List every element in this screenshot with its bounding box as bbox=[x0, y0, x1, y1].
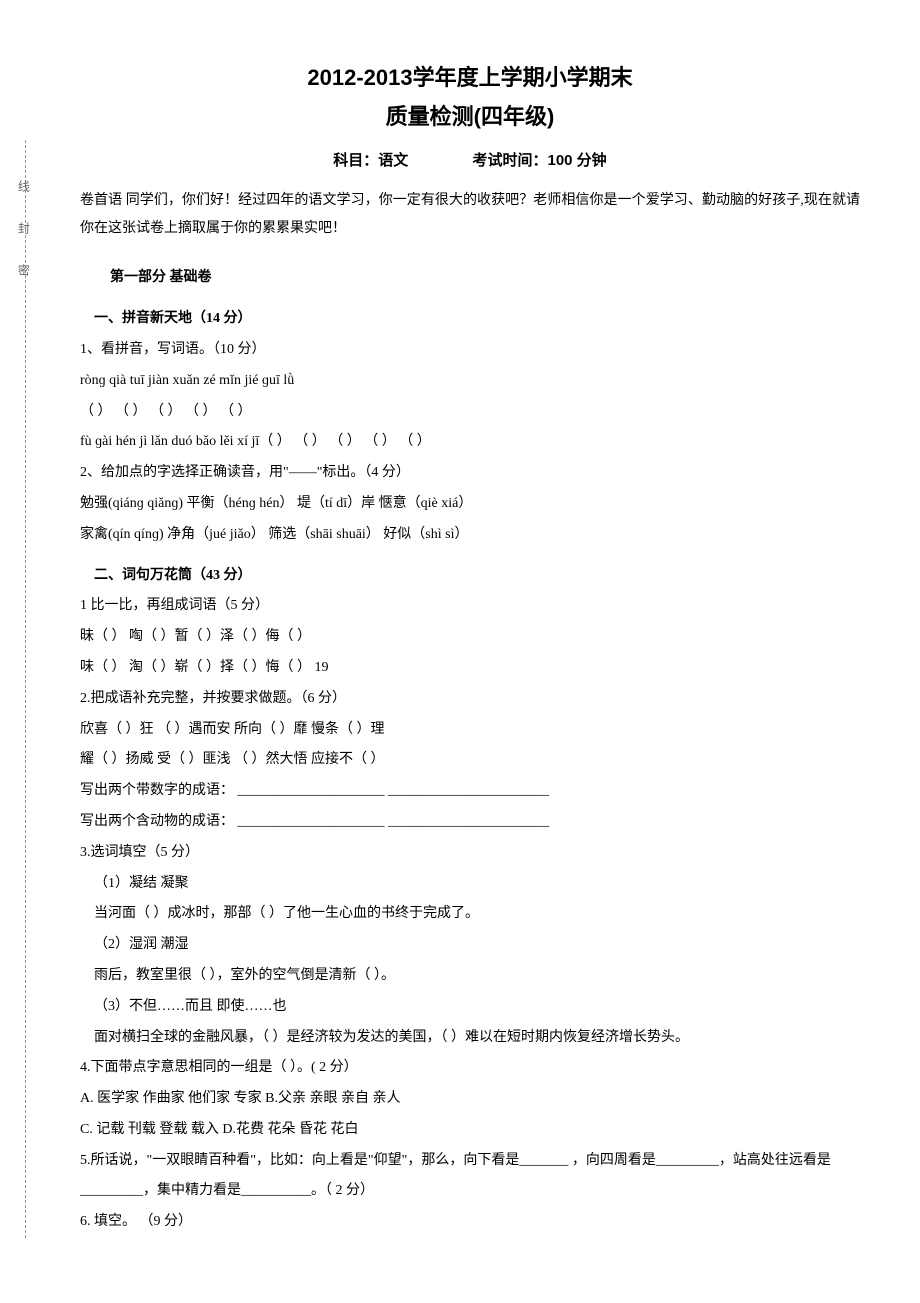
q2-l4b: C. 记载 刊载 登载 载入 D.花费 花朵 昏花 花白 bbox=[80, 1115, 860, 1146]
q2-l3-2: 当河面（ ）成冰时，那部（ ）了他一生心血的书终于完成了。 bbox=[94, 899, 860, 930]
q2-header: 二、词句万花筒（43 分） bbox=[94, 561, 860, 592]
q2-line2b: 耀（ ）扬威 受（ ）匪浅 （ ）然大悟 应接不（ ） bbox=[80, 745, 860, 776]
q2-sub4: 4.下面带点字意思相同的一组是（ ）。( 2 分） bbox=[80, 1053, 860, 1084]
part1-header: 第一部分 基础卷 bbox=[110, 263, 860, 294]
q2-line1b: 味（ ） 淘（ ）崭（ ）择（ ）悔（ ） 19 bbox=[80, 653, 860, 684]
q2-line2d: 写出两个含动物的成语： _____________________ ______… bbox=[80, 807, 860, 838]
q2-line1a: 昧（ ） 啕（ ）暂（ ）泽（ ）侮（ ） bbox=[80, 622, 860, 653]
q2-line2a: 欣喜（ ）狂 （ ）遇而安 所向（ ）靡 慢条（ ）理 bbox=[80, 715, 860, 746]
q1-pinyin2: fù ɡài hén jì lǎn duó bǎo lěi xí jī（ ） （… bbox=[80, 427, 860, 458]
q1-sub2: 2、给加点的字选择正确读音，用"——"标出。（4 分） bbox=[80, 458, 860, 489]
q2-l3-6: 面对横扫全球的金融风暴，（ ）是经济较为发达的美国，（ ）难以在短时期内恢复经济… bbox=[94, 1023, 860, 1054]
meta-row: 科目：语文 考试时间：100 分钟 bbox=[80, 144, 860, 177]
q1-line2a: 勉强(qiánɡ qiǎnɡ) 平衡（hénɡ hén） 堤（tí dī）岸 惬… bbox=[80, 489, 860, 520]
q1-line2b: 家禽(qín qínɡ) 净角（jué jiǎo） 筛选（shāi shuāi）… bbox=[80, 520, 860, 551]
q2-l3-4: 雨后，教室里很（ ），室外的空气倒是清新（ ）。 bbox=[94, 961, 860, 992]
binding-text: 线 封 密 bbox=[10, 180, 36, 284]
q2-sub5: 5.所话说，"一双眼睛百种看"，比如：向上看是"仰望"，那么，向下看是_____… bbox=[80, 1146, 860, 1208]
binding-dash-line bbox=[25, 140, 26, 1238]
q2-sub1: 1 比一比，再组成词语（5 分） bbox=[80, 591, 860, 622]
q1-pinyin1: rònɡ qià tuī jiàn xuǎn zé mǐn jié ɡuī lǜ bbox=[80, 366, 860, 397]
main-title-1: 2012-2013学年度上学期小学期末 bbox=[80, 60, 860, 95]
q2-sub2: 2.把成语补充完整，并按要求做题。（6 分） bbox=[80, 684, 860, 715]
q1-sub1: 1、看拼音，写词语。（10 分） bbox=[80, 335, 860, 366]
q2-l3-1: （1）凝结 凝聚 bbox=[94, 869, 860, 900]
q2-line2c: 写出两个带数字的成语： _____________________ ______… bbox=[80, 776, 860, 807]
time-label: 考试时间：100 分钟 bbox=[472, 144, 606, 177]
q2-l3-3: （2）湿润 潮湿 bbox=[94, 930, 860, 961]
q2-l3-5: （3）不但……而且 即使……也 bbox=[94, 992, 860, 1023]
preface-text: 卷首语 同学们，你们好！经过四年的语文学习，你一定有很大的收获吧？老师相信你是一… bbox=[80, 187, 860, 243]
q2-l4a: A. 医学家 作曲家 他们家 专家 B.父亲 亲眼 亲自 亲人 bbox=[80, 1084, 860, 1115]
q1-header: 一、拼音新天地（14 分） bbox=[94, 304, 860, 335]
q2-sub3: 3.选词填空（5 分） bbox=[80, 838, 860, 869]
q1-blanks1: （ ） （ ） （ ） （ ） （ ） bbox=[80, 397, 860, 428]
main-title-2: 质量检测(四年级) bbox=[80, 99, 860, 134]
q2-sub6: 6. 填空。 （9 分） bbox=[80, 1207, 860, 1238]
subject-label: 科目：语文 bbox=[333, 144, 408, 177]
